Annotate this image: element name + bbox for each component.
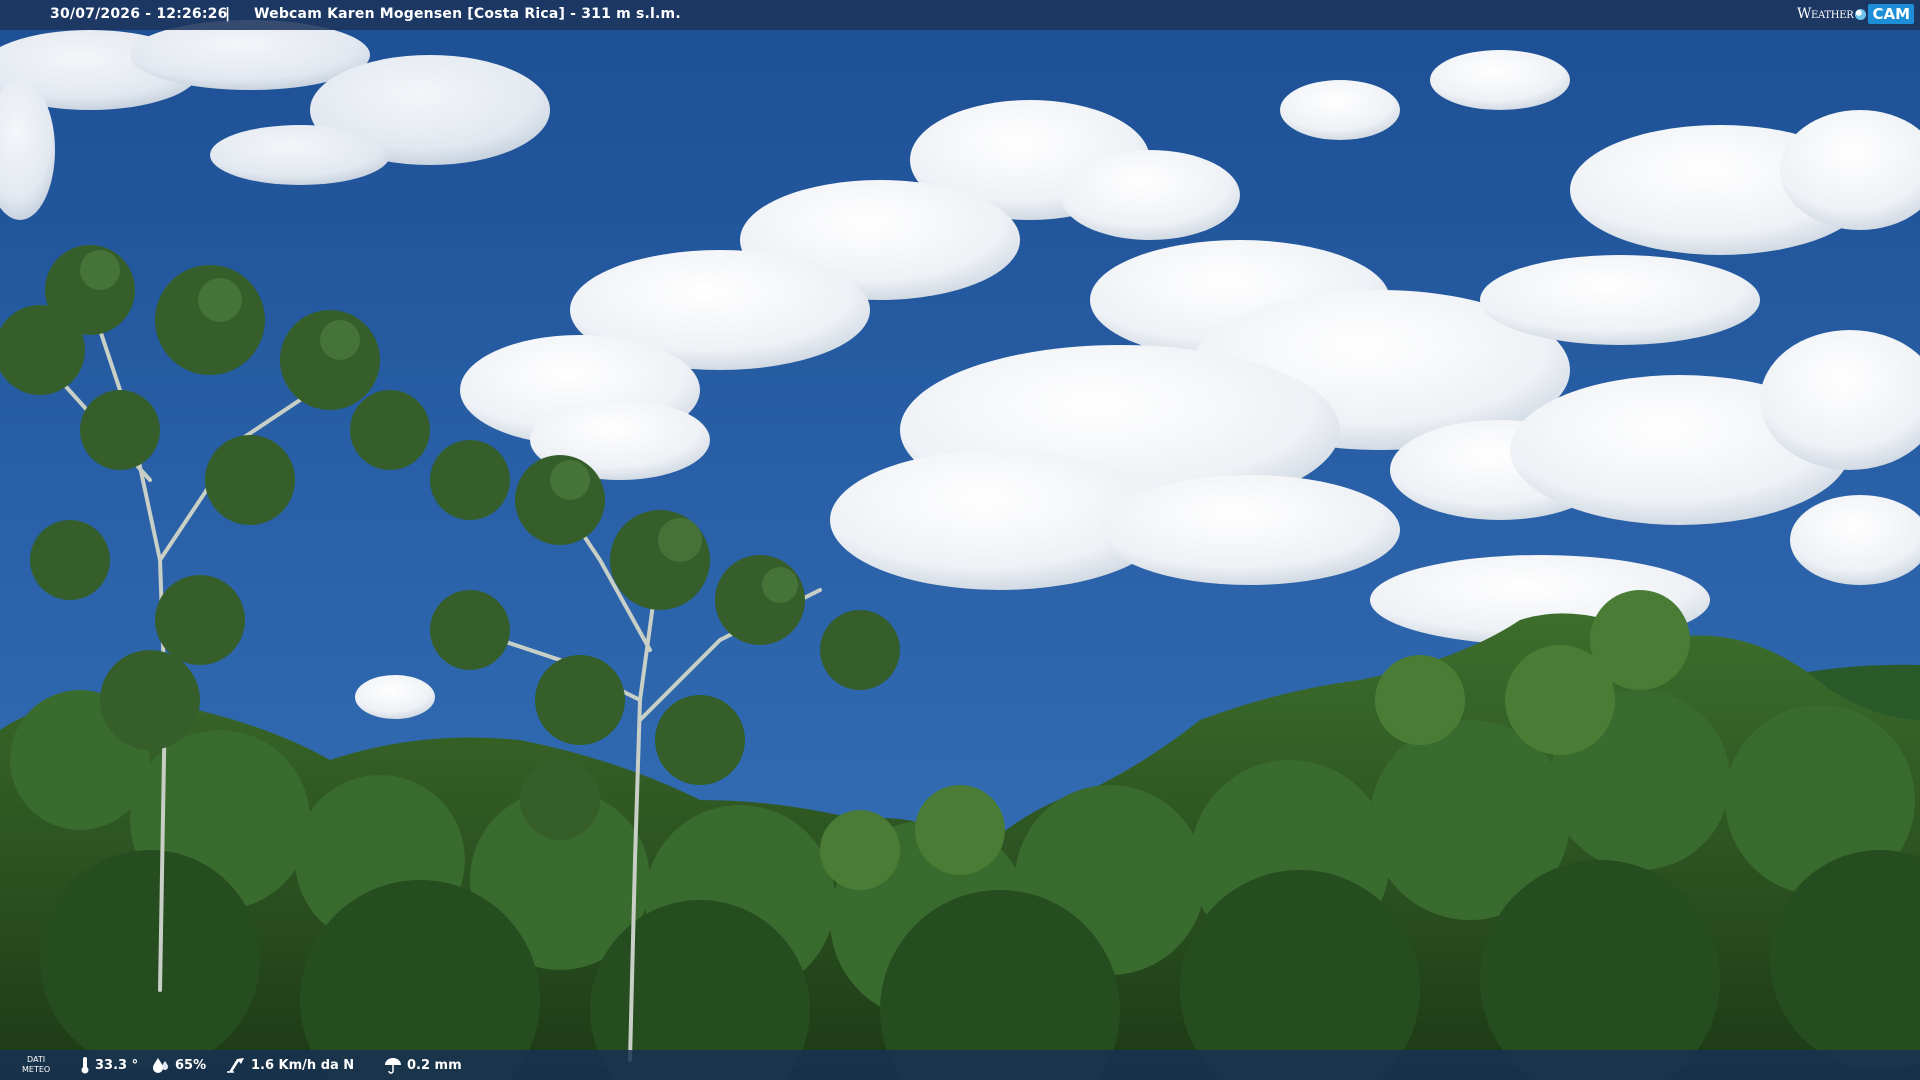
weathercam-logo: Weather CAM	[1797, 3, 1914, 25]
rain-reading: 0.2 mm	[384, 1050, 462, 1080]
timestamp: 30/07/2026 - 12:26:26	[50, 6, 228, 22]
weather-label-line2: METEO	[22, 1065, 51, 1074]
umbrella-icon	[385, 1058, 401, 1074]
weather-label-line1: DATI	[27, 1055, 46, 1064]
logo-word: Weather	[1796, 6, 1854, 22]
weather-data-bar: DATI METEO 33.3 ° 65% 1.6 Km/h da N 0.2 …	[0, 1050, 1920, 1080]
header-separator: |	[225, 6, 231, 22]
wind-icon	[227, 1058, 244, 1073]
humidity-drops-icon	[153, 1058, 168, 1073]
thermometer-icon	[81, 1057, 89, 1074]
cloud-small	[355, 675, 435, 719]
webcam-image	[0, 0, 1920, 1080]
logo-lens-icon	[1855, 8, 1867, 20]
wind-value: 1.6 Km/h da N	[251, 1057, 355, 1073]
temperature-reading: 33.3 °	[80, 1050, 138, 1080]
temperature-value: 33.3 °	[95, 1057, 139, 1073]
webcam-title: Webcam Karen Mogensen [Costa Rica] - 311…	[254, 6, 681, 22]
humidity-reading: 65%	[152, 1050, 206, 1080]
humidity-value: 65%	[175, 1057, 207, 1073]
wind-reading: 1.6 Km/h da N	[226, 1050, 354, 1080]
rain-value: 0.2 mm	[407, 1057, 462, 1073]
weather-label: DATI METEO	[22, 1050, 50, 1080]
header-bar: 30/07/2026 - 12:26:26 | Webcam Karen Mog…	[0, 0, 1920, 30]
logo-badge: CAM	[1868, 4, 1914, 24]
